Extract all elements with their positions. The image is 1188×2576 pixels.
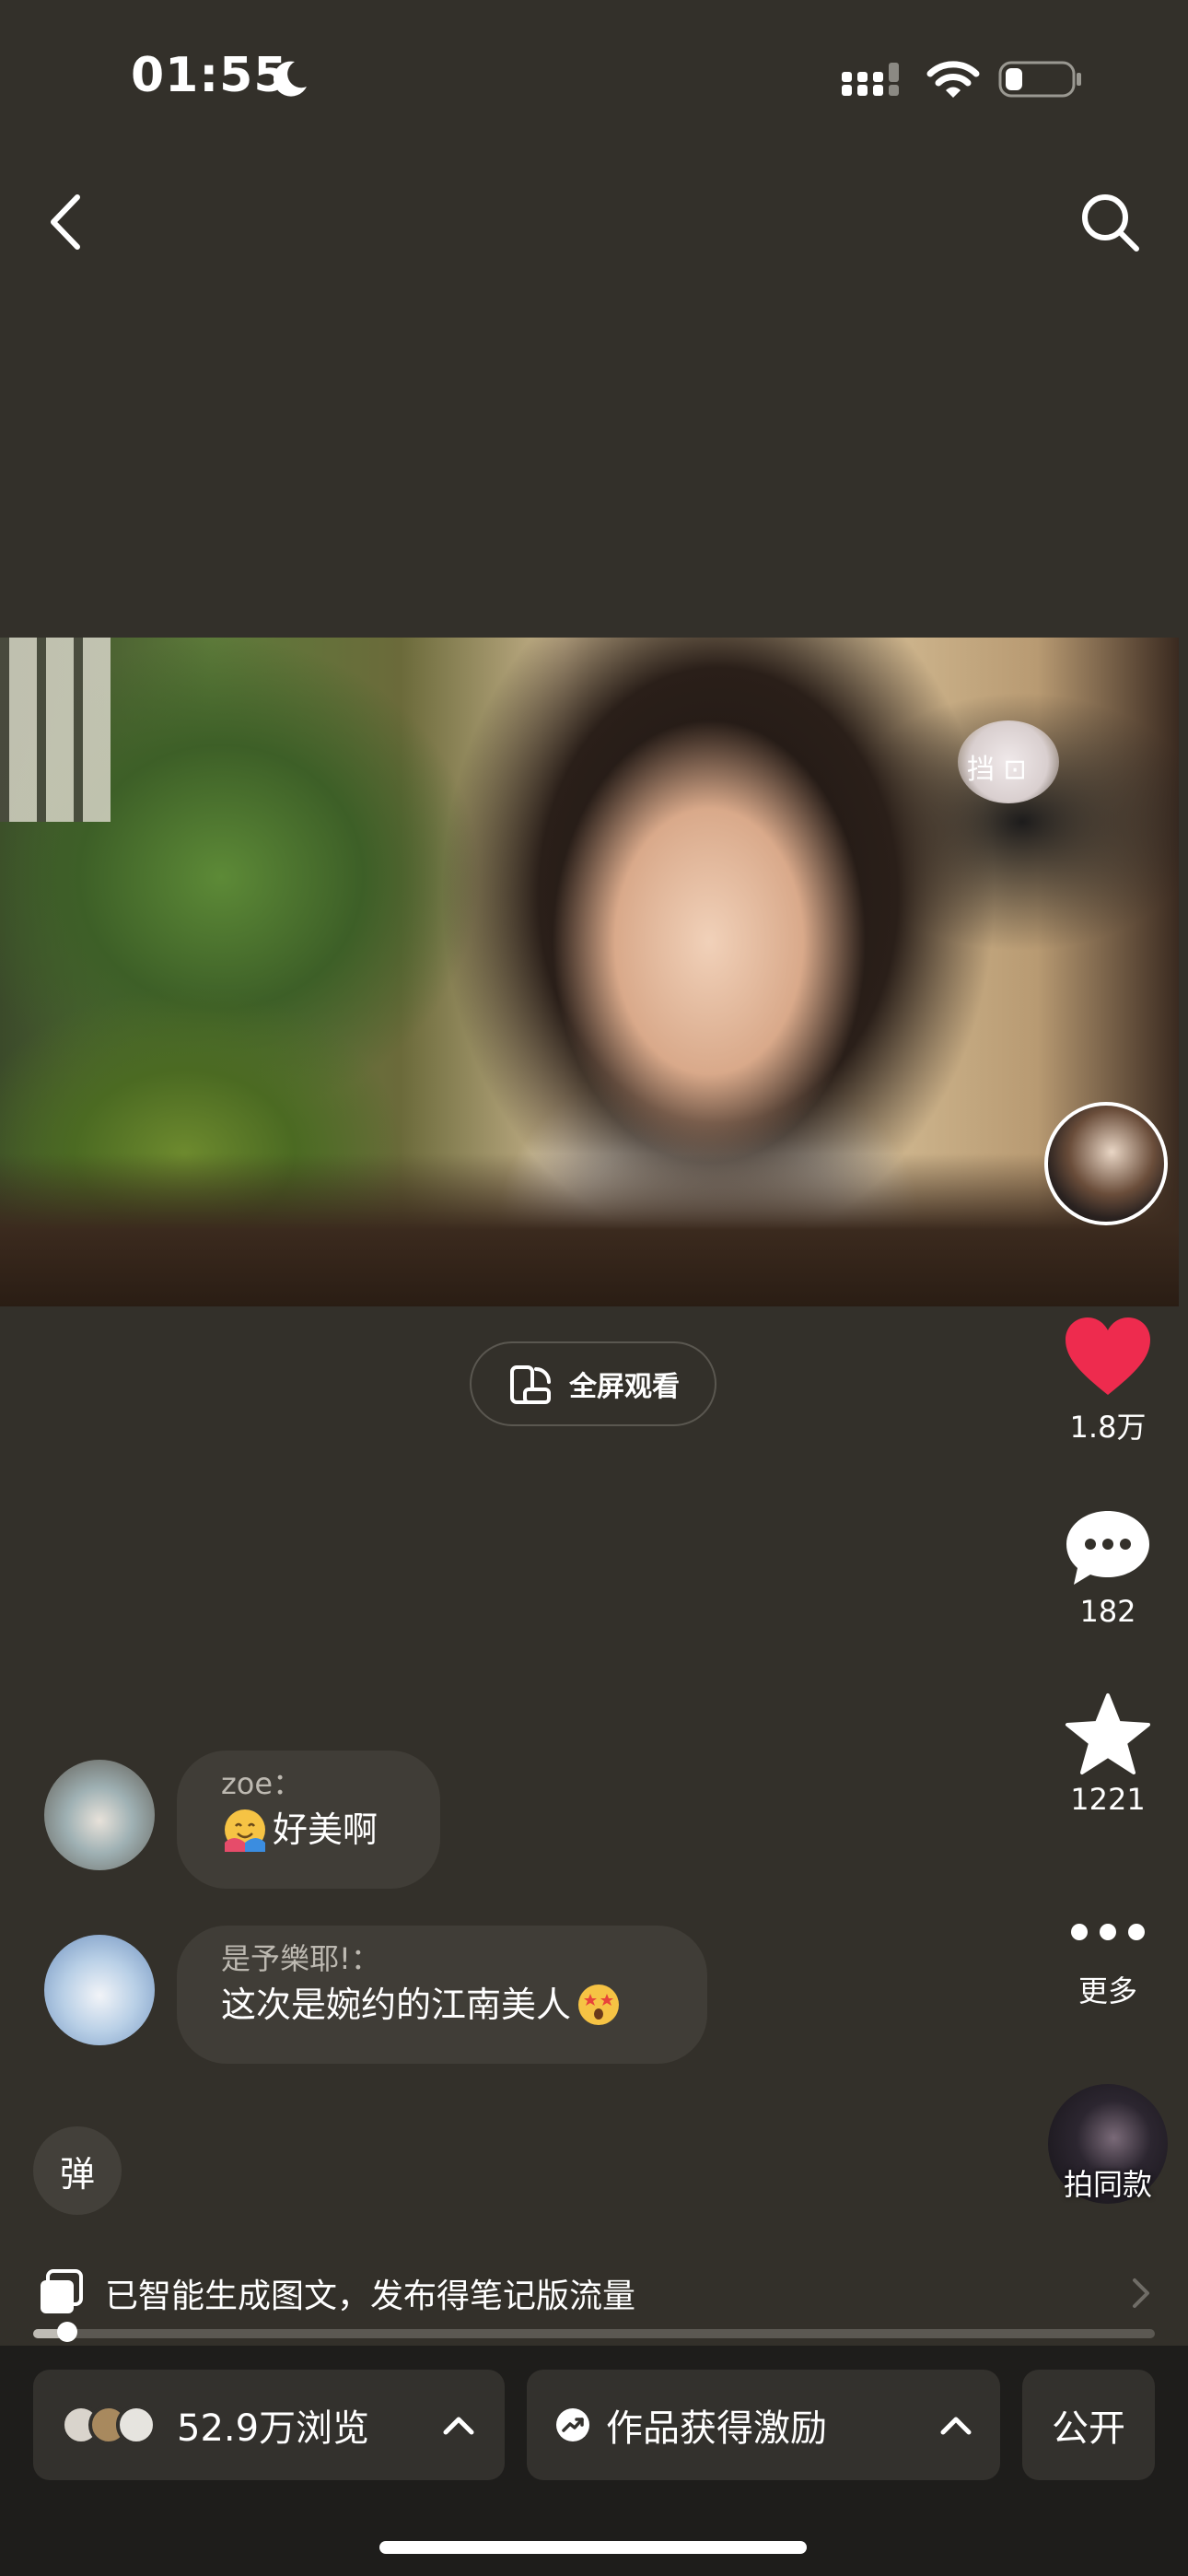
visibility-label: 公开 [1052,2407,1125,2450]
danmu-label: 弹 [59,2153,95,2195]
favorite-button[interactable]: 1221 [1048,1692,1168,1817]
progress-track[interactable] [33,2329,1155,2338]
comment-bubble-icon [1066,1511,1149,1585]
ai-notice-row[interactable]: 已智能生成图文，发布得笔记版流量 [37,2268,1151,2318]
views-count: 52.9万浏览 [177,2407,370,2450]
comment-username: 是予樂耶!： [221,1941,380,1976]
chevron-up-icon [443,2417,474,2435]
comment-avatar[interactable] [44,1935,155,2045]
star-struck-emoji-icon [578,1985,620,2025]
video-player[interactable]: 挡 ⊡ [0,638,1179,1306]
incentive-button[interactable]: 作品获得激励 [527,2370,1000,2480]
comment-button[interactable]: 182 [1048,1507,1168,1629]
wifi-icon [926,61,980,98]
like-button[interactable]: 1.8万 [1048,1314,1168,1446]
ai-notice-text: 已智能生成图文，发布得笔记版流量 [105,2277,636,2315]
comment-text: 好美啊 [273,1809,379,1850]
creator-avatar[interactable] [1044,1102,1168,1225]
more-dots-icon [1071,1924,1145,1940]
visibility-button[interactable]: 公开 [1022,2370,1155,2480]
favorite-count: 1221 [1070,1782,1146,1817]
comment-count: 182 [1079,1594,1136,1629]
comment-bubble[interactable]: 是予樂耶!： 这次是婉约的江南美人 [177,1926,707,2064]
comment-text: 这次是婉约的江南美人 [221,1985,572,2025]
search-icon[interactable] [1076,188,1144,256]
same-style-label[interactable]: 拍同款 [1048,2161,1168,2204]
status-time: 01:55 [131,48,288,103]
comment-avatar[interactable] [44,1760,155,1870]
home-indicator [379,2541,807,2554]
danmu-toggle-button[interactable]: 弹 [33,2126,122,2215]
comment-bubble[interactable]: zoe： 好美啊 [177,1751,440,1889]
incentive-label: 作品获得激励 [606,2407,827,2450]
back-chevron-icon[interactable] [42,192,88,252]
more-label: 更多 [1077,1973,1137,2008]
video-overlay-text: 挡 ⊡ [967,754,1027,786]
heart-icon [1066,1317,1150,1395]
like-count: 1.8万 [1069,1410,1147,1445]
video-foreground-table [0,1153,1179,1306]
moon-icon [273,61,307,97]
copy-stack-icon [41,2269,83,2313]
fullscreen-button[interactable]: 全屏观看 [470,1341,716,1426]
progress-knob[interactable] [57,2322,77,2342]
chevron-up-icon [940,2417,972,2435]
chevron-right-icon [1133,2278,1149,2308]
cellular-signal-icon [842,63,899,96]
star-icon [1066,1693,1150,1774]
trend-up-icon [556,2408,589,2441]
hug-emoji-icon [225,1809,265,1852]
comment-username: zoe： [221,1766,303,1801]
viewer-avatars-icon [61,2405,157,2445]
more-button[interactable]: 更多 [1048,1911,1168,2010]
fullscreen-label: 全屏观看 [569,1371,680,1403]
rotate-screen-icon [510,1365,551,1404]
video-background-window [0,638,111,822]
views-button[interactable]: 52.9万浏览 [33,2370,505,2480]
battery-icon [998,61,1081,98]
